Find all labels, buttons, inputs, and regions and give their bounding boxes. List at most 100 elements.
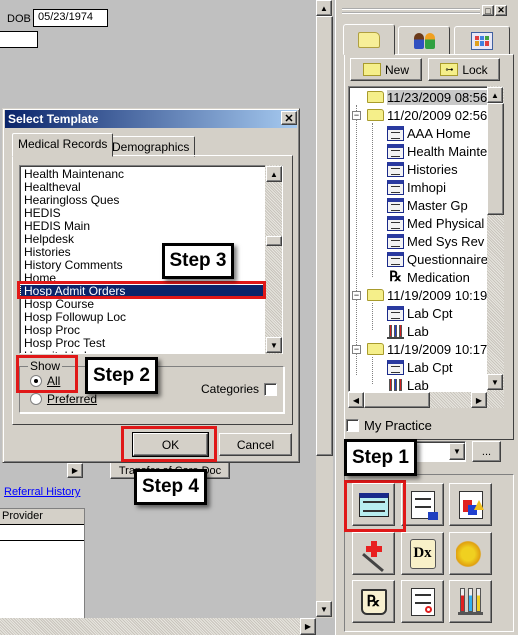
prescription-icon: ℞	[360, 588, 387, 615]
lock-button[interactable]: ⊶ Lock	[428, 58, 500, 81]
calendar-folder-icon	[471, 31, 493, 50]
table-row[interactable]	[0, 525, 84, 541]
tree-connector	[372, 357, 373, 384]
prescriptions-button[interactable]: ℞	[352, 580, 395, 623]
tree-doc-node[interactable]: Imhopi	[387, 178, 446, 196]
step4-callout: Step 4	[134, 469, 207, 505]
tree-hscroll-thumb[interactable]	[364, 392, 430, 408]
tab-chart-folder[interactable]	[343, 24, 395, 55]
scroll-right-button[interactable]: ▶	[67, 463, 83, 478]
diagnosis-scroll-icon: Dx	[409, 538, 436, 569]
panel-grip[interactable]	[342, 8, 480, 14]
collapse-icon[interactable]: −	[352, 345, 361, 354]
folder-icon	[367, 91, 384, 103]
arrow-up-icon: ▲	[320, 3, 328, 13]
main-horizontal-scrollbar[interactable]	[0, 618, 316, 635]
allergies-button[interactable]	[449, 532, 492, 575]
tree-lab-node[interactable]: Lab	[387, 322, 429, 340]
tree-folder-node[interactable]: 11/20/2009 02:56	[367, 106, 487, 124]
document-icon	[387, 125, 404, 141]
arrow-up-icon: ▲	[270, 169, 278, 179]
list-scroll-up-button[interactable]: ▲	[266, 166, 282, 182]
tree-doc-node[interactable]: Lab Cpt	[387, 304, 453, 322]
tree-scroll-down-button[interactable]: ▼	[487, 374, 503, 390]
referral-history-link[interactable]: Referral History	[4, 486, 80, 498]
dob-field[interactable]: 05/23/1974	[33, 9, 108, 27]
tree-scroll-right-button[interactable]: ▶	[471, 392, 487, 408]
main-scroll-thumb[interactable]	[316, 16, 333, 456]
show-preferred-radio[interactable]: Preferred	[30, 392, 97, 406]
arrow-down-icon: ▼	[491, 377, 499, 387]
patient-text-field[interactable]	[0, 31, 38, 48]
checkbox[interactable]	[346, 419, 359, 432]
provider-column-header[interactable]: Provider	[0, 509, 84, 525]
lab-tubes-icon	[387, 324, 404, 339]
lab-button[interactable]	[449, 580, 492, 623]
arrow-right-icon: ▶	[71, 466, 79, 475]
browse-button[interactable]: ...	[472, 441, 501, 462]
scroll-up-button[interactable]: ▲	[316, 0, 332, 16]
template-list-scrollbar[interactable]	[265, 165, 282, 354]
tree-doc-node[interactable]: AAA Home	[387, 124, 471, 142]
tree-doc-node[interactable]: Questionnaire	[387, 250, 488, 268]
document-icon	[387, 179, 404, 195]
arrow-right-icon: ▶	[304, 622, 312, 631]
tree-folder-node[interactable]: 11/23/2009 08:56	[367, 88, 488, 106]
provider-table: Provider	[0, 508, 85, 623]
list-item[interactable]: Hospital Labs	[24, 350, 97, 354]
close-icon: ✕	[497, 5, 505, 15]
arrow-down-icon: ▼	[320, 604, 328, 614]
tree-folder-node[interactable]: 11/19/2009 10:17	[367, 340, 487, 358]
restore-icon: □	[485, 5, 491, 16]
sign-document-button[interactable]	[401, 483, 444, 526]
orders-button[interactable]	[401, 580, 444, 623]
radio-button[interactable]	[30, 393, 42, 405]
checkbox[interactable]	[264, 382, 278, 396]
practice-combo-dropdown[interactable]: ▼	[449, 443, 465, 460]
tab-schedule[interactable]	[454, 26, 510, 55]
panel-restore-button[interactable]: □	[482, 5, 494, 16]
tree-doc-node[interactable]: Med Physical	[387, 214, 484, 232]
close-icon: ✕	[284, 112, 294, 125]
dialog-close-button[interactable]: ✕	[281, 111, 297, 125]
scroll-right-button[interactable]: ▶	[300, 618, 316, 635]
tree-scroll-left-button[interactable]: ◀	[348, 392, 364, 408]
tab-demographics[interactable]: Demographics	[106, 136, 196, 157]
folder-icon	[367, 109, 384, 121]
immunization-button[interactable]	[352, 532, 395, 575]
new-button[interactable]: New	[350, 58, 422, 81]
collapse-icon[interactable]: −	[352, 111, 361, 120]
chart-tree[interactable]: 11/23/2009 08:56 − 11/20/2009 02:56 AAA …	[348, 86, 504, 392]
reports-button[interactable]	[449, 483, 492, 526]
tree-lab-node[interactable]: Lab	[387, 376, 429, 391]
tree-scroll-up-button[interactable]: ▲	[487, 87, 503, 103]
list-scroll-down-button[interactable]: ▼	[266, 337, 282, 353]
tree-folder-node[interactable]: 11/19/2009 10:19	[367, 286, 487, 304]
cancel-button[interactable]: Cancel	[219, 433, 292, 456]
arrow-right-icon: ▶	[475, 395, 483, 405]
categories-checkbox[interactable]: Categories	[201, 382, 278, 396]
tab-patients[interactable]	[398, 26, 450, 55]
tree-doc-node[interactable]: Master Gp	[387, 196, 468, 214]
tree-doc-node[interactable]: Histories	[387, 160, 458, 178]
template-list[interactable]: Health Maintenanc Healtheval Hearingloss…	[19, 165, 283, 354]
diagnosis-button[interactable]: Dx	[401, 532, 444, 575]
document-icon	[387, 215, 404, 231]
collapse-icon[interactable]: −	[352, 291, 361, 300]
step4-highlight	[121, 426, 217, 462]
tree-rx-node[interactable]: ℞ Medication	[387, 268, 470, 286]
document-icon	[387, 233, 404, 249]
tab-medical-records[interactable]: Medical Records	[12, 133, 114, 157]
list-scroll-thumb[interactable]	[266, 236, 282, 246]
tree-doc-node[interactable]: Med Sys Rev	[387, 232, 484, 250]
step3-callout: Step 3	[162, 243, 234, 279]
tree-doc-node[interactable]: Lab Cpt	[387, 358, 453, 376]
arrow-up-icon: ▲	[491, 90, 499, 100]
step3-highlight	[17, 281, 266, 299]
my-practice-checkbox[interactable]: My Practice	[346, 418, 432, 433]
tree-scroll-thumb[interactable]	[487, 103, 504, 215]
scroll-down-button[interactable]: ▼	[316, 601, 332, 617]
document-icon	[387, 143, 404, 159]
panel-close-button[interactable]: ✕	[495, 5, 507, 16]
rx-icon: ℞	[389, 269, 402, 285]
